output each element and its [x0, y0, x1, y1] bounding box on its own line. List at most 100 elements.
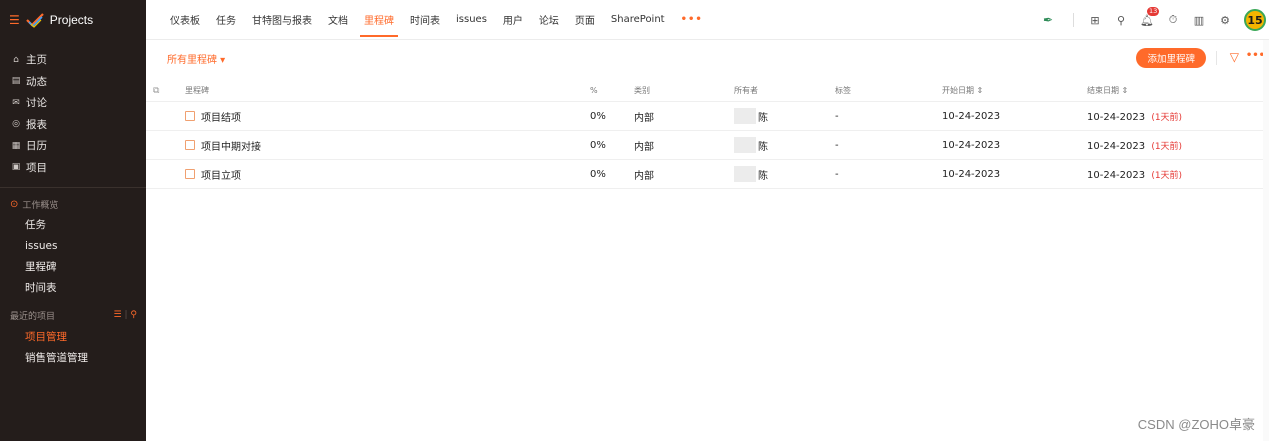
toolbar-separator: [1073, 13, 1074, 27]
tab-documents[interactable]: 文档: [320, 0, 356, 40]
home-icon: ⌂: [13, 54, 19, 65]
tab-timesheet[interactable]: 时间表: [402, 0, 448, 40]
tab-pages[interactable]: 页面: [567, 0, 603, 40]
sidebar-nav: ⌂ 主页 ▤ 动态 ✉ 讨论 ◎ 报表 ▦ 日历 ▣ 项目: [0, 40, 146, 178]
sidebar-item-timesheet[interactable]: 时间表: [0, 277, 146, 298]
top-navigation: 仪表板 任务 甘特图与报表 文档 里程碑 时间表 issues 用户 论坛 页面…: [146, 0, 1269, 40]
sidebar-divider: [0, 187, 146, 188]
tab-tasks[interactable]: 任务: [208, 0, 244, 40]
sidebar-item-label: 项目: [26, 161, 47, 174]
milestone-checkbox[interactable]: [185, 169, 195, 179]
table-row[interactable]: 项目结项 0% 内部 陈 - 10-24-2023 10-24-2023 (1天…: [146, 102, 1263, 131]
tags-cell: -: [835, 139, 839, 151]
owner-cell: 陈: [734, 108, 835, 124]
overdue-label: (1天前): [1151, 112, 1183, 123]
owner-avatar: [734, 137, 756, 153]
sidebar-item-issues[interactable]: issues: [0, 235, 146, 256]
type-cell: 内部: [634, 170, 654, 182]
report-icon: ◎: [12, 119, 20, 130]
watermark: CSDN @ZOHO卓豪: [1137, 417, 1255, 432]
sidebar-item-discussion[interactable]: ✉ 讨论: [0, 92, 146, 114]
column-settings-icon[interactable]: ⧉: [146, 86, 162, 96]
column-header-percent: %: [590, 86, 598, 95]
column-header-start-date[interactable]: 开始日期 ⇕: [942, 85, 1087, 96]
settings-gear-icon[interactable]: ⚙: [1212, 14, 1238, 27]
milestone-name[interactable]: 项目中期对接: [201, 138, 261, 153]
recent-projects-header: 最近的项目 ☰ | ⚲: [0, 304, 146, 326]
start-date-cell: 10-24-2023: [942, 139, 1001, 151]
sidebar-item-milestones[interactable]: 里程碑: [0, 256, 146, 277]
user-avatar[interactable]: 15: [1244, 9, 1266, 31]
quill-icon[interactable]: ✒: [1031, 13, 1065, 27]
end-date-cell: 10-24-2023 (1天前): [1087, 110, 1247, 123]
milestone-checkbox[interactable]: [185, 111, 195, 121]
tab-dashboard[interactable]: 仪表板: [162, 0, 208, 40]
recent-project-item[interactable]: 项目管理: [0, 326, 146, 347]
tab-gantt-reports[interactable]: 甘特图与报表: [244, 0, 320, 40]
sidebar-item-home[interactable]: ⌂ 主页: [0, 49, 146, 71]
sort-icon[interactable]: ☰: [114, 310, 122, 320]
tab-forums[interactable]: 论坛: [531, 0, 567, 40]
hamburger-menu-icon[interactable]: ☰: [9, 13, 20, 27]
vertical-scrollbar[interactable]: [1263, 40, 1269, 441]
sidebar-item-projects[interactable]: ▣ 项目: [0, 157, 146, 179]
sidebar-item-tasks[interactable]: 任务: [0, 214, 146, 235]
more-tabs-button[interactable]: •••: [673, 0, 711, 40]
calendar-icon: ▦: [11, 140, 21, 151]
store-icon[interactable]: ▥: [1186, 14, 1212, 27]
percent-cell: 0%: [590, 110, 606, 122]
projects-logo-icon: [25, 13, 44, 28]
app-root: ☰ Projects ⌂ 主页 ▤ 动态 ✉ 讨论 ◎ 报表 ▦ 日历 ▣ 项目…: [0, 0, 1269, 441]
tags-cell: -: [835, 168, 839, 180]
milestone-name[interactable]: 项目结项: [201, 109, 241, 124]
sidebar-item-reports[interactable]: ◎ 报表: [0, 114, 146, 136]
tab-issues[interactable]: issues: [448, 0, 495, 40]
work-overview-header[interactable]: ⊙ 工作概览: [0, 194, 146, 214]
owner-cell: 陈: [734, 166, 835, 182]
add-icon[interactable]: ⊞: [1082, 14, 1108, 27]
bell-icon[interactable]: 🔔︎ 13: [1134, 6, 1160, 27]
start-date-cell: 10-24-2023: [942, 110, 1001, 122]
end-date-value: 10-24-2023: [1087, 111, 1146, 123]
owner-cell: 陈: [734, 137, 835, 153]
search-icon[interactable]: ⚲: [1108, 14, 1134, 27]
recent-project-item[interactable]: 销售管道管理: [0, 347, 146, 368]
brand-bar: ☰ Projects: [0, 0, 146, 40]
end-date-cell: 10-24-2023 (1天前): [1087, 168, 1247, 181]
milestone-name-cell: 项目结项: [162, 109, 590, 124]
sidebar-item-activity[interactable]: ▤ 动态: [0, 71, 146, 93]
recent-projects-tools: ☰ | ⚲: [113, 310, 137, 320]
sidebar-item-calendar[interactable]: ▦ 日历: [0, 135, 146, 157]
owner-avatar: [734, 166, 756, 182]
milestone-checkbox[interactable]: [185, 140, 195, 150]
search-icon[interactable]: ⚲: [130, 310, 137, 320]
owner-avatar: [734, 108, 756, 124]
add-milestone-button[interactable]: 添加里程碑: [1136, 48, 1206, 68]
tab-sharepoint[interactable]: SharePoint: [603, 0, 673, 40]
table-row[interactable]: 项目中期对接 0% 内部 陈 - 10-24-2023 10-24-2023 (…: [146, 131, 1263, 160]
milestone-name[interactable]: 项目立项: [201, 167, 241, 182]
milestone-table: ⧉ 里程碑 % 类别 所有者 标签 开始日期 ⇕ 结束日期 ⇕ 项目结项 0% …: [146, 80, 1263, 189]
module-tabs: 仪表板 任务 甘特图与报表 文档 里程碑 时间表 issues 用户 论坛 页面…: [146, 0, 711, 40]
milestone-filter-dropdown[interactable]: 所有里程碑 ▾: [167, 51, 225, 66]
owner-name: 陈: [758, 170, 768, 182]
sidebar: ☰ Projects ⌂ 主页 ▤ 动态 ✉ 讨论 ◎ 报表 ▦ 日历 ▣ 项目…: [0, 0, 146, 441]
column-header-end-date[interactable]: 结束日期 ⇕: [1087, 85, 1247, 96]
activity-icon: ▤: [11, 76, 21, 87]
sidebar-item-label: 日历: [26, 140, 47, 153]
tags-cell: -: [835, 110, 839, 122]
timer-icon[interactable]: ⏱︎: [1160, 13, 1186, 27]
toolbar-separator: [1216, 51, 1217, 65]
milestone-name-cell: 项目立项: [162, 167, 590, 182]
sidebar-item-label: 讨论: [26, 97, 47, 110]
end-date-cell: 10-24-2023 (1天前): [1087, 139, 1247, 152]
tab-milestones[interactable]: 里程碑: [356, 0, 402, 40]
milestone-toolbar: 所有里程碑 ▾ 添加里程碑 ▽ •••: [146, 40, 1269, 76]
brand-name: Projects: [49, 13, 94, 27]
filter-icon[interactable]: ▽: [1230, 50, 1239, 64]
project-icon: ▣: [11, 162, 21, 173]
tab-users[interactable]: 用户: [495, 0, 531, 40]
table-row[interactable]: 项目立项 0% 内部 陈 - 10-24-2023 10-24-2023 (1天…: [146, 160, 1263, 189]
end-date-value: 10-24-2023: [1087, 140, 1146, 152]
clock-icon: ⊙: [10, 198, 19, 210]
